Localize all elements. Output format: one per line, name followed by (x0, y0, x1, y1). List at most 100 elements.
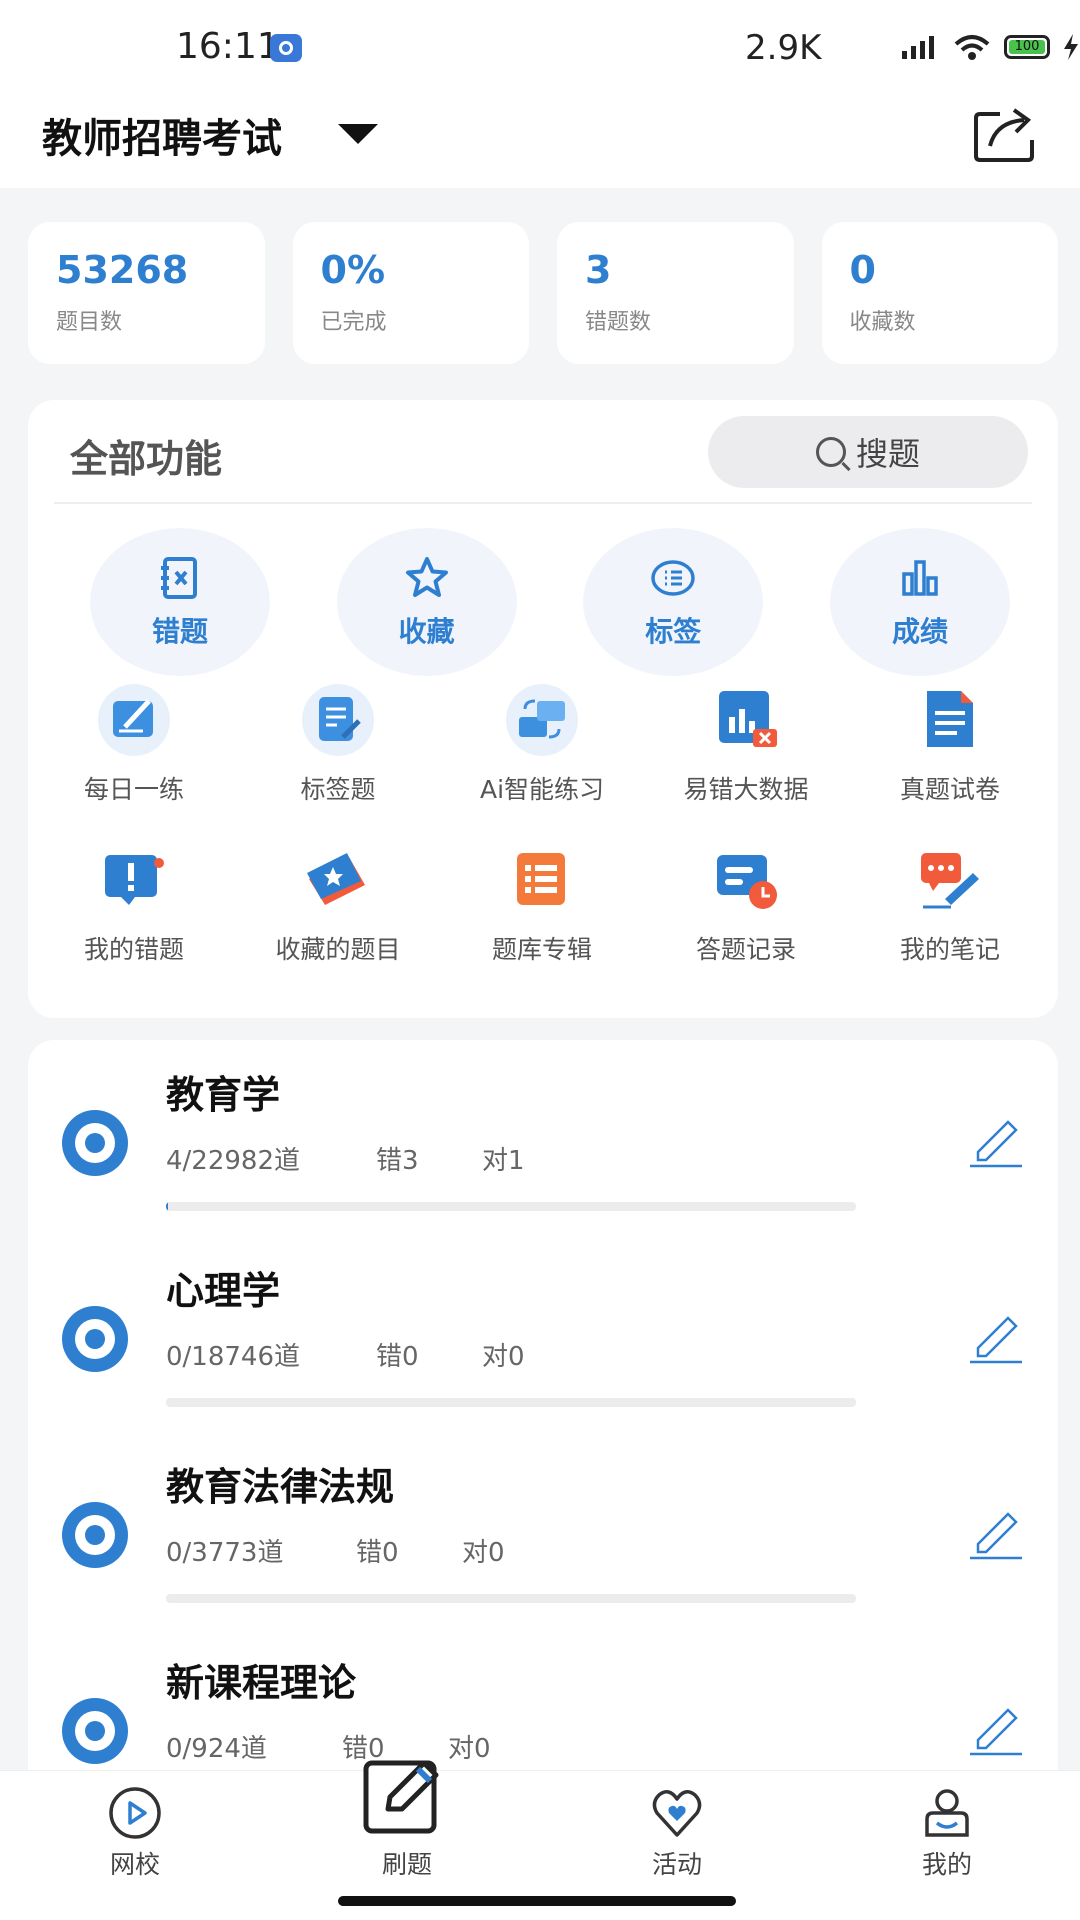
course-right: 对1 (482, 1146, 525, 1176)
share-icon[interactable] (972, 106, 1038, 164)
button-label: 错题 (151, 615, 208, 648)
course-wrong: 错0 (356, 1538, 399, 1568)
error-data-button[interactable]: 易错大数据 (644, 680, 848, 806)
primary-functions: 错题 收藏 标签 成绩 (90, 528, 1010, 676)
daily-practice-button[interactable]: 每日一练 (32, 680, 236, 806)
my-mistakes-button[interactable]: 我的错题 (32, 840, 236, 966)
course-right: 对0 (462, 1538, 505, 1568)
wifi-icon (954, 35, 990, 60)
function-label: 易错大数据 (683, 775, 809, 804)
function-label: Ai智能练习 (479, 775, 605, 804)
radio-selected-icon[interactable] (62, 1698, 128, 1764)
stat-value: 53268 (56, 248, 189, 292)
course-item[interactable]: 教育法律法规 0/3773道 错0 对0 (28, 1432, 1058, 1628)
charging-icon (1064, 34, 1078, 60)
settings-notification-icon (270, 34, 302, 62)
wrong-questions-button[interactable]: 错题 (90, 528, 270, 676)
tags-button[interactable]: 标签 (583, 528, 764, 676)
functions-row-1: 每日一练 标签题 Ai智能练习 易错大数据 真题试卷 (32, 680, 1054, 806)
course-item[interactable]: 心理学 0/18746道 错0 对0 (28, 1236, 1058, 1432)
course-stats: 4/22982道 错3 对1 (166, 1140, 525, 1177)
play-circle-icon (109, 1787, 161, 1839)
function-label: 真题试卷 (899, 775, 1000, 804)
signal-icon (902, 36, 934, 59)
favorites-button[interactable]: 收藏 (336, 528, 517, 676)
stat-label: 错题数 (585, 310, 652, 335)
favorites-ticket-icon (307, 853, 365, 905)
radio-selected-icon[interactable] (62, 1306, 128, 1372)
course-progress-bar (166, 1398, 856, 1407)
answer-record-icon (717, 855, 777, 909)
exam-selector[interactable]: 教师招聘考试 (42, 106, 282, 164)
home-indicator[interactable] (338, 1896, 736, 1906)
course-progress-bar (166, 1594, 856, 1603)
function-label: 我的错题 (83, 935, 184, 964)
course-list: 教育学 4/22982道 错3 对1 心理学 0/18746道 错0 对0 教育… (28, 1040, 1058, 1880)
tab-label: 网校 (109, 1850, 160, 1879)
search-icon (815, 437, 846, 467)
course-count: 4/22982道 (166, 1146, 301, 1176)
daily-practice-icon (98, 684, 170, 756)
status-time: 16:11 (176, 26, 280, 67)
course-stats: 0/18746道 错0 对0 (166, 1336, 525, 1373)
status-icons: 100 (900, 32, 1080, 62)
course-name: 教育法律法规 (166, 1465, 395, 1509)
course-wrong: 错0 (376, 1342, 419, 1372)
star-icon (405, 557, 448, 597)
scores-button[interactable]: 成绩 (829, 528, 1010, 676)
stat-value: 0 (849, 248, 876, 292)
tag-question-icon (302, 684, 374, 756)
bar-chart-icon (902, 560, 938, 596)
stat-label: 已完成 (320, 310, 387, 335)
button-label: 成绩 (891, 615, 948, 648)
app-header: 教师招聘考试 (0, 92, 1080, 188)
caret-down-icon[interactable] (338, 124, 378, 144)
stat-label: 收藏数 (849, 310, 916, 335)
tab-mine[interactable]: 我的 (872, 1785, 1022, 1881)
functions-row-2: 我的错题 收藏的题目 题库专辑 答题记录 我的笔记 (32, 840, 1054, 966)
ai-practice-button[interactable]: Ai智能练习 (440, 680, 644, 806)
tab-practice-label[interactable]: 刷题 (332, 1845, 482, 1881)
edit-square-icon[interactable] (360, 1747, 450, 1837)
edit-pencil-icon[interactable] (966, 1698, 1026, 1758)
status-bar: 16:11 2.9K 100 (0, 0, 1080, 92)
edit-pencil-icon[interactable] (966, 1306, 1026, 1366)
search-questions-button[interactable]: 搜题 (708, 416, 1028, 488)
functions-panel: 全部功能 搜题 错题 收藏 标签 成绩 每日一练 标签题 Ai智能练习 易错大数… (28, 400, 1058, 1018)
tab-online-school[interactable]: 网校 (60, 1785, 210, 1881)
stat-label: 题目数 (56, 310, 123, 335)
answer-record-button[interactable]: 答题记录 (644, 840, 848, 966)
past-papers-button[interactable]: 真题试卷 (848, 680, 1052, 806)
my-notes-button[interactable]: 我的笔记 (848, 840, 1052, 966)
course-name: 心理学 (166, 1269, 281, 1313)
edit-pencil-icon[interactable] (966, 1110, 1026, 1170)
question-bank-button[interactable]: 题库专辑 (440, 840, 644, 966)
course-item[interactable]: 教育学 4/22982道 错3 对1 (28, 1040, 1058, 1236)
stat-card-favorites[interactable]: 0 收藏数 (821, 222, 1058, 364)
stat-card-total[interactable]: 53268 题目数 (28, 222, 265, 364)
exam-paper-icon (927, 691, 973, 747)
heart-chat-icon (652, 1790, 702, 1837)
course-count: 0/18746道 (166, 1342, 301, 1372)
function-label: 标签题 (300, 775, 376, 804)
function-label: 收藏的题目 (275, 935, 401, 964)
tag-questions-button[interactable]: 标签题 (236, 680, 440, 806)
button-label: 收藏 (398, 615, 455, 648)
course-name: 新课程理论 (166, 1661, 357, 1705)
notebook-icon (161, 557, 197, 599)
course-right: 对0 (448, 1734, 491, 1764)
tab-activities[interactable]: 活动 (602, 1785, 752, 1881)
stats-row: 53268 题目数 0% 已完成 3 错题数 0 收藏数 (28, 222, 1058, 364)
radio-selected-icon[interactable] (62, 1110, 128, 1176)
stat-card-completed[interactable]: 0% 已完成 (292, 222, 529, 364)
course-count: 0/924道 (166, 1734, 267, 1764)
my-mistakes-icon (105, 855, 164, 905)
favorited-questions-button[interactable]: 收藏的题目 (236, 840, 440, 966)
tab-label: 活动 (651, 1850, 702, 1879)
radio-selected-icon[interactable] (62, 1502, 128, 1568)
stat-card-wrong[interactable]: 3 错题数 (557, 222, 794, 364)
ai-practice-icon (506, 684, 578, 756)
progress-fill (166, 1202, 169, 1211)
function-label: 答题记录 (695, 935, 796, 964)
edit-pencil-icon[interactable] (966, 1502, 1026, 1562)
